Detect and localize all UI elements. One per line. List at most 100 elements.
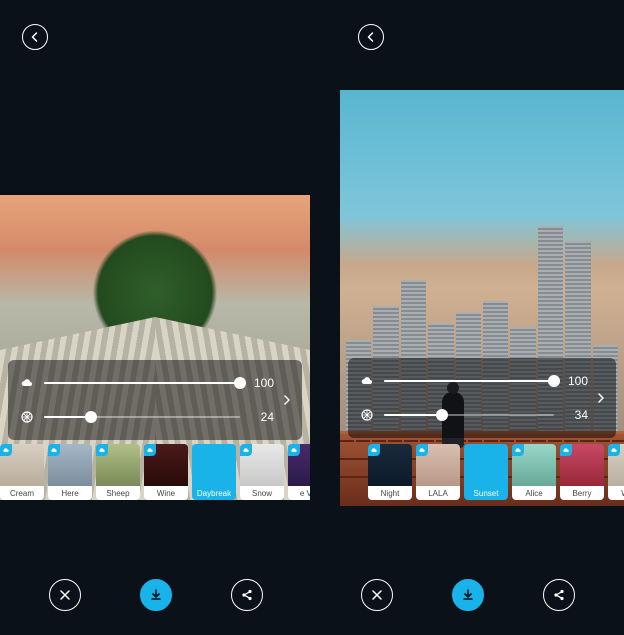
cloud-badge-icon	[512, 444, 524, 456]
arrow-left-icon	[29, 31, 41, 43]
share-icon	[552, 588, 566, 602]
cloud-badge-icon	[288, 444, 300, 456]
slider-fill	[44, 416, 91, 418]
slider-row-intensity: 100	[358, 372, 588, 390]
editor-screen-left: 100 24 Cream Here Sheep Wine Daybreak Snow e V…	[0, 0, 312, 635]
slider-fill	[384, 380, 554, 382]
slider-aperture[interactable]	[44, 416, 240, 418]
cloud-icon	[358, 372, 376, 390]
adjust-overlay: 100 34	[348, 358, 616, 438]
cloud-badge-icon	[240, 444, 252, 456]
filter-item[interactable]: Cream	[0, 444, 44, 500]
expand-button[interactable]	[592, 389, 610, 407]
slider-value: 34	[562, 408, 588, 422]
expand-button[interactable]	[278, 391, 296, 409]
bottom-bar	[0, 579, 312, 611]
back-button[interactable]	[358, 24, 384, 50]
filter-item[interactable]: Walk	[608, 444, 624, 500]
filter-thumbnail	[512, 444, 556, 486]
cloud-badge-icon	[96, 444, 108, 456]
filter-item[interactable]: Wine	[144, 444, 188, 500]
slider-fill	[384, 414, 442, 416]
filter-item[interactable]: Berry	[560, 444, 604, 500]
filter-item[interactable]: Sunset	[464, 444, 508, 500]
filter-thumbnail	[560, 444, 604, 486]
slider-row-aperture: 34	[358, 406, 588, 424]
slider-thumb[interactable]	[234, 377, 246, 389]
download-icon	[149, 588, 163, 602]
filter-item[interactable]: Night	[368, 444, 412, 500]
slider-thumb[interactable]	[436, 409, 448, 421]
download-button[interactable]	[140, 579, 172, 611]
cloud-badge-icon	[416, 444, 428, 456]
filter-thumbnail	[192, 444, 236, 486]
filter-item[interactable]: Alice	[512, 444, 556, 500]
filter-thumbnail	[240, 444, 284, 486]
cloud-badge-icon	[48, 444, 60, 456]
filter-label: Night	[368, 486, 412, 500]
chevron-right-icon	[596, 391, 606, 405]
download-icon	[461, 588, 475, 602]
slider-value: 100	[248, 376, 274, 390]
share-button[interactable]	[231, 579, 263, 611]
back-button[interactable]	[22, 24, 48, 50]
cancel-button[interactable]	[49, 579, 81, 611]
slider-thumb[interactable]	[85, 411, 97, 423]
slider-row-aperture: 24	[18, 408, 274, 426]
cloud-badge-icon	[608, 444, 620, 456]
filter-label: Cream	[0, 486, 44, 500]
cloud-badge-icon	[144, 444, 156, 456]
filter-thumbnail	[144, 444, 188, 486]
filter-thumbnail	[368, 444, 412, 486]
filter-label: LALA	[416, 486, 460, 500]
filter-label: Daybreak	[192, 486, 236, 500]
aperture-icon	[18, 408, 36, 426]
filter-label: e Viet	[288, 486, 310, 500]
filter-strip[interactable]: Night LALA Sunset Alice Berry Walk	[368, 444, 624, 500]
aperture-icon	[358, 406, 376, 424]
filter-item[interactable]: LALA	[416, 444, 460, 500]
share-button[interactable]	[543, 579, 575, 611]
slider-thumb[interactable]	[548, 375, 560, 387]
filter-item[interactable]: e Viet	[288, 444, 310, 500]
photo-preview: 100 24 Cream Here Sheep Wine Daybreak Snow e V…	[0, 195, 310, 500]
share-icon	[240, 588, 254, 602]
editor-screen-right: 100 34 Night LALA Sunset Alice Berry Walk	[312, 0, 624, 635]
cancel-button[interactable]	[361, 579, 393, 611]
arrow-left-icon	[365, 31, 377, 43]
filter-label: Sheep	[96, 486, 140, 500]
cloud-badge-icon	[560, 444, 572, 456]
slider-intensity[interactable]	[44, 382, 240, 384]
filter-label: Walk	[608, 486, 624, 500]
slider-intensity[interactable]	[384, 380, 554, 382]
filter-item[interactable]: Snow	[240, 444, 284, 500]
adjust-overlay: 100 24	[8, 360, 302, 440]
cloud-icon	[18, 374, 36, 392]
slider-aperture[interactable]	[384, 414, 554, 416]
filter-strip[interactable]: Cream Here Sheep Wine Daybreak Snow e Viet	[0, 444, 310, 500]
slider-value: 24	[248, 410, 274, 424]
chevron-right-icon	[282, 393, 292, 407]
download-button[interactable]	[452, 579, 484, 611]
filter-thumbnail	[608, 444, 624, 486]
filter-label: Sunset	[464, 486, 508, 500]
close-icon	[59, 589, 71, 601]
filter-thumbnail	[464, 444, 508, 486]
photo-preview: 100 34 Night LALA Sunset Alice Berry Walk	[340, 90, 624, 506]
filter-label: Wine	[144, 486, 188, 500]
filter-thumbnail	[288, 444, 310, 486]
filter-label: Here	[48, 486, 92, 500]
filter-item[interactable]: Sheep	[96, 444, 140, 500]
close-icon	[371, 589, 383, 601]
filter-label: Snow	[240, 486, 284, 500]
filter-thumbnail	[416, 444, 460, 486]
cloud-badge-icon	[0, 444, 12, 456]
bottom-bar	[312, 579, 624, 611]
filter-item[interactable]: Here	[48, 444, 92, 500]
filter-item[interactable]: Daybreak	[192, 444, 236, 500]
filter-label: Berry	[560, 486, 604, 500]
filter-label: Alice	[512, 486, 556, 500]
filter-thumbnail	[96, 444, 140, 486]
slider-row-intensity: 100	[18, 374, 274, 392]
slider-value: 100	[562, 374, 588, 388]
